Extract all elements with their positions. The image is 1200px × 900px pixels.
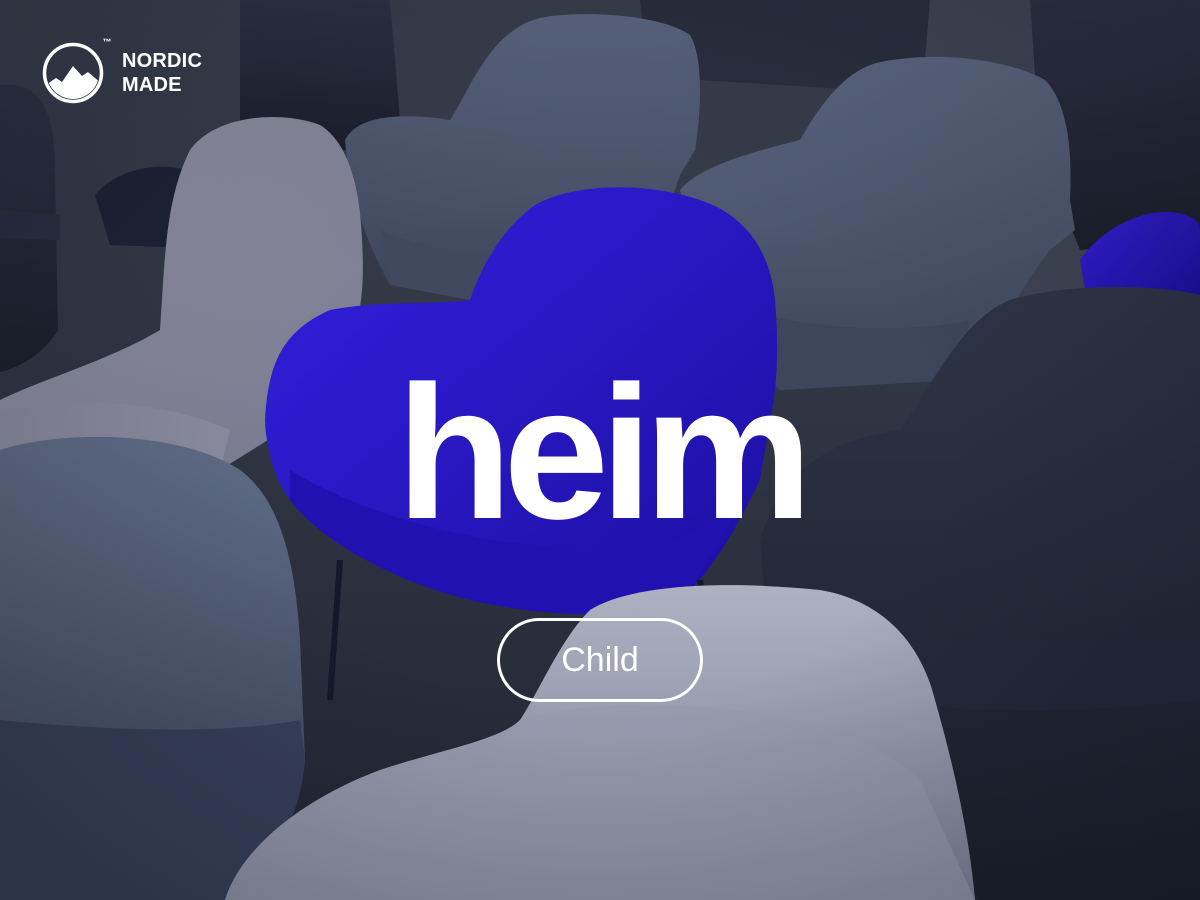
mountain-circle-icon: ™ — [42, 37, 112, 104]
child-button[interactable]: Child — [497, 618, 703, 702]
hero-screen: ™ NORDIC MADE heim Child — [0, 0, 1200, 900]
brand-line-1: NORDIC — [122, 50, 203, 72]
brand-wordmark: NORDIC MADE — [122, 49, 202, 97]
brand-logo[interactable]: ™ NORDIC MADE — [42, 37, 202, 104]
hero-title: heim — [396, 347, 812, 559]
trademark-symbol: ™ — [102, 37, 112, 47]
brand-line-2: MADE — [122, 74, 182, 96]
